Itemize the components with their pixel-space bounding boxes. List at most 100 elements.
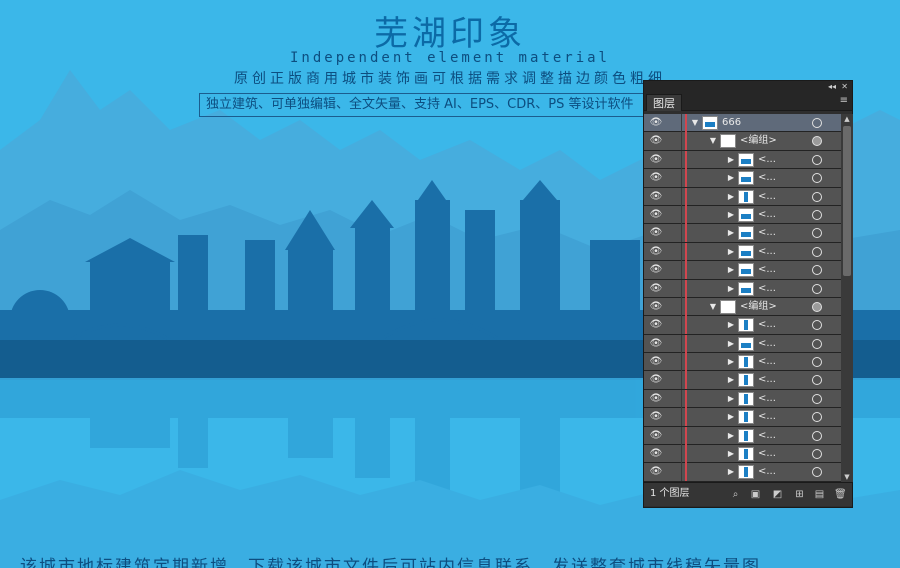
target-circle-icon[interactable]	[812, 320, 822, 331]
expand-triangle-icon[interactable]: ▶	[726, 188, 736, 206]
visibility-eye-icon[interactable]: 👁	[648, 335, 664, 353]
panel-title-bar[interactable]: ◂◂ ✕	[644, 81, 852, 93]
lock-toggle[interactable]	[666, 334, 682, 353]
lock-toggle[interactable]	[666, 114, 682, 132]
layer-row[interactable]: 👁 ▶ <...	[644, 279, 841, 298]
lock-toggle[interactable]	[666, 187, 682, 206]
layer-name[interactable]: <...	[758, 427, 776, 445]
visibility-eye-icon[interactable]: 👁	[648, 188, 664, 206]
layer-row[interactable]: 👁 ▶ <...	[644, 261, 841, 280]
visibility-eye-icon[interactable]: 👁	[648, 206, 664, 224]
layer-name[interactable]: <...	[758, 371, 776, 389]
visibility-eye-icon[interactable]: 👁	[648, 114, 664, 132]
layer-row[interactable]: 👁 ▶ <...	[644, 426, 841, 446]
target-circle-icon[interactable]	[812, 283, 822, 294]
lock-toggle[interactable]	[666, 408, 682, 427]
visibility-eye-icon[interactable]: 👁	[648, 408, 664, 426]
layer-name[interactable]: <编组>	[740, 298, 777, 316]
layer-row[interactable]: 👁 ▶ <...	[644, 205, 841, 225]
lock-toggle[interactable]	[666, 353, 682, 372]
panel-menu-icon[interactable]: ≡	[840, 95, 848, 107]
target-circle-icon[interactable]	[812, 118, 822, 128]
lock-toggle[interactable]	[666, 389, 682, 408]
expand-triangle-icon[interactable]: ▶	[726, 169, 736, 187]
layer-name[interactable]: 666	[722, 114, 741, 132]
layer-row[interactable]: 👁 ▼ 666	[644, 114, 841, 133]
layer-name[interactable]: <...	[758, 224, 776, 242]
layer-row[interactable]: 👁 ▶ <...	[644, 371, 841, 390]
collapse-triangle-icon[interactable]: ▼	[708, 298, 718, 316]
collect-export-icon[interactable]: ▣	[750, 489, 761, 500]
target-circle-icon[interactable]	[812, 154, 822, 165]
layer-name[interactable]: <...	[758, 408, 776, 426]
visibility-eye-icon[interactable]: 👁	[648, 280, 664, 298]
scrollbar-thumb[interactable]	[843, 126, 851, 276]
lock-toggle[interactable]	[666, 279, 682, 298]
visibility-eye-icon[interactable]: 👁	[648, 353, 664, 371]
lock-toggle[interactable]	[666, 371, 682, 390]
expand-triangle-icon[interactable]: ▶	[726, 463, 736, 481]
layer-name[interactable]: <...	[758, 463, 776, 481]
expand-triangle-icon[interactable]: ▶	[726, 353, 736, 371]
layer-name[interactable]: <...	[758, 353, 776, 371]
layer-name[interactable]: <...	[758, 280, 776, 298]
target-circle-icon[interactable]	[812, 338, 822, 349]
target-circle-icon[interactable]	[812, 173, 822, 184]
target-circle-icon[interactable]	[812, 467, 822, 478]
visibility-eye-icon[interactable]: 👁	[648, 371, 664, 389]
expand-triangle-icon[interactable]: ▶	[726, 445, 736, 463]
target-circle-icon[interactable]	[812, 412, 822, 423]
layer-row[interactable]: 👁 ▶ <...	[644, 353, 841, 372]
layer-name[interactable]: <...	[758, 316, 776, 334]
scroll-down-icon[interactable]: ▼	[841, 472, 853, 482]
layer-name[interactable]: <...	[758, 151, 776, 169]
layer-name[interactable]: <...	[758, 335, 776, 353]
target-circle-icon[interactable]	[812, 191, 822, 202]
layer-row[interactable]: 👁 ▶ <...	[644, 224, 841, 243]
lock-toggle[interactable]	[666, 132, 682, 151]
visibility-eye-icon[interactable]: 👁	[648, 316, 664, 334]
layer-row[interactable]: 👁 ▶ <...	[644, 242, 841, 262]
layer-list-scrollbar[interactable]: ▲ ▼	[841, 114, 853, 482]
layer-row[interactable]: 👁 ▶ <...	[644, 334, 841, 354]
lock-toggle[interactable]	[666, 297, 682, 316]
scroll-up-icon[interactable]: ▲	[841, 114, 853, 124]
layer-row[interactable]: 👁 ▼ <编组>	[644, 132, 841, 151]
visibility-eye-icon[interactable]: 👁	[648, 169, 664, 187]
layer-name[interactable]: <...	[758, 243, 776, 261]
layer-row[interactable]: 👁 ▼ <编组>	[644, 297, 841, 317]
target-circle-icon[interactable]	[812, 228, 822, 239]
search-icon[interactable]: ⌕	[730, 489, 741, 500]
visibility-eye-icon[interactable]: 👁	[648, 298, 664, 316]
visibility-eye-icon[interactable]: 👁	[648, 151, 664, 169]
layer-name[interactable]: <...	[758, 390, 776, 408]
double-chevron-icon[interactable]: ◂◂	[828, 81, 836, 93]
lock-toggle[interactable]	[666, 224, 682, 243]
target-circle-icon[interactable]	[812, 449, 822, 460]
collapse-triangle-icon[interactable]: ▼	[690, 114, 700, 132]
collapse-triangle-icon[interactable]: ▼	[708, 132, 718, 150]
target-circle-icon[interactable]	[812, 265, 822, 276]
new-layer-icon[interactable]: ▤	[814, 489, 825, 500]
target-circle-icon[interactable]	[812, 136, 822, 147]
expand-triangle-icon[interactable]: ▶	[726, 316, 736, 334]
lock-toggle[interactable]	[666, 316, 682, 335]
lock-toggle[interactable]	[666, 150, 682, 169]
layer-row[interactable]: 👁 ▶ <...	[644, 463, 841, 482]
expand-triangle-icon[interactable]: ▶	[726, 151, 736, 169]
layer-name[interactable]: <...	[758, 445, 776, 463]
visibility-eye-icon[interactable]: 👁	[648, 390, 664, 408]
layer-row[interactable]: 👁 ▶ <...	[644, 316, 841, 335]
tab-layers[interactable]: 图层	[646, 94, 682, 111]
expand-triangle-icon[interactable]: ▶	[726, 206, 736, 224]
lock-toggle[interactable]	[666, 261, 682, 280]
visibility-eye-icon[interactable]: 👁	[648, 261, 664, 279]
visibility-eye-icon[interactable]: 👁	[648, 132, 664, 150]
expand-triangle-icon[interactable]: ▶	[726, 427, 736, 445]
target-circle-icon[interactable]	[812, 301, 822, 312]
layer-row[interactable]: 👁 ▶ <...	[644, 445, 841, 464]
expand-triangle-icon[interactable]: ▶	[726, 224, 736, 242]
target-circle-icon[interactable]	[812, 375, 822, 386]
expand-triangle-icon[interactable]: ▶	[726, 243, 736, 261]
lock-toggle[interactable]	[666, 426, 682, 445]
